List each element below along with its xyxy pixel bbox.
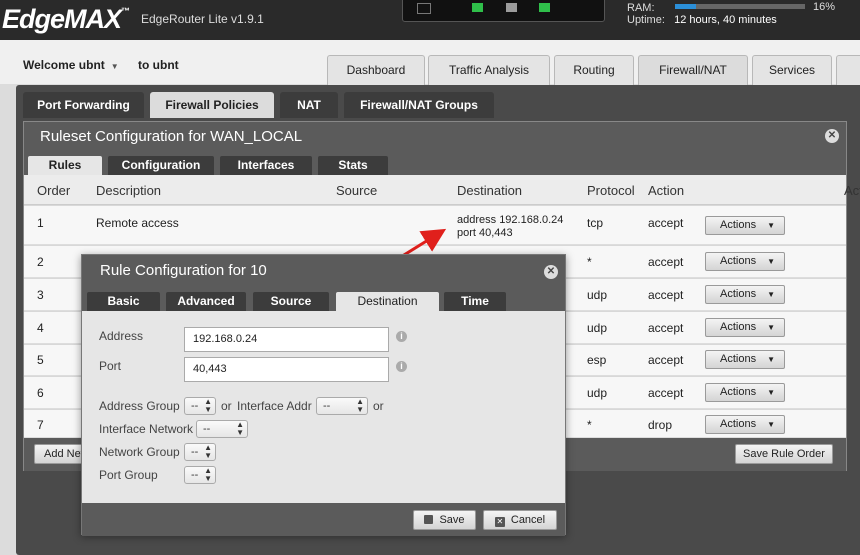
close-icon[interactable]: ✕ [544,265,558,279]
rule-config-tabs: Basic Advanced Source Destination Time [82,287,565,311]
cancel-label: Cancel [510,514,546,526]
save-button[interactable]: Save [413,510,476,530]
port-group-select[interactable]: -- ▲ ▼ [184,466,216,484]
address-group-label: Address Group [99,399,180,413]
info-icon[interactable]: i [396,331,407,342]
save-disk-icon [424,515,434,524]
rule-config-footer: Save ✕ Cancel [82,503,565,536]
save-label: Save [439,514,465,526]
tab-basic[interactable]: Basic [87,292,160,311]
address-input[interactable]: 192.168.0.24 [184,327,389,352]
select-value: -- [191,400,199,412]
interface-addr-select[interactable]: -- ▲ ▼ [316,397,368,415]
tab-source[interactable]: Source [253,292,329,311]
rule-config-dialog: Rule Configuration for 10 ✕ Basic Advanc… [81,254,566,536]
network-group-label: Network Group [99,445,180,459]
address-group-select[interactable]: -- ▲ ▼ [184,397,216,415]
rule-config-title: Rule Configuration for 10 [82,255,565,287]
info-icon[interactable]: i [396,361,407,372]
updown-arrow-icon: ▲ ▼ [204,443,212,460]
updown-arrow-icon: ▲ ▼ [204,397,212,414]
select-value: -- [323,400,331,412]
port-input[interactable]: 40,443 [184,357,389,382]
tab-time[interactable]: Time [444,292,506,311]
updown-arrow-icon: ▲ ▼ [356,397,364,414]
network-group-select[interactable]: -- ▲ ▼ [184,443,216,461]
tab-advanced[interactable]: Advanced [166,292,246,311]
or-text: or [373,399,384,413]
cancel-x-icon: ✕ [494,517,505,527]
updown-arrow-icon: ▲ ▼ [236,420,244,437]
select-value: -- [191,469,199,481]
select-value: -- [203,423,211,435]
tab-destination[interactable]: Destination [336,292,439,311]
updown-arrow-icon: ▲ ▼ [204,466,212,483]
interface-network-select[interactable]: -- ▲ ▼ [196,420,248,438]
address-label: Address [99,329,144,343]
destination-form: Address 192.168.0.24 i Port 40,443 i Add… [82,311,565,503]
port-label: Port [99,359,122,373]
select-value: -- [191,446,199,458]
interface-addr-label: Interface Addr [237,399,312,413]
cancel-button[interactable]: ✕ Cancel [483,510,557,530]
or-text: or [221,399,232,413]
port-group-label: Port Group [99,468,158,482]
interface-network-label: Interface Network [99,422,194,436]
